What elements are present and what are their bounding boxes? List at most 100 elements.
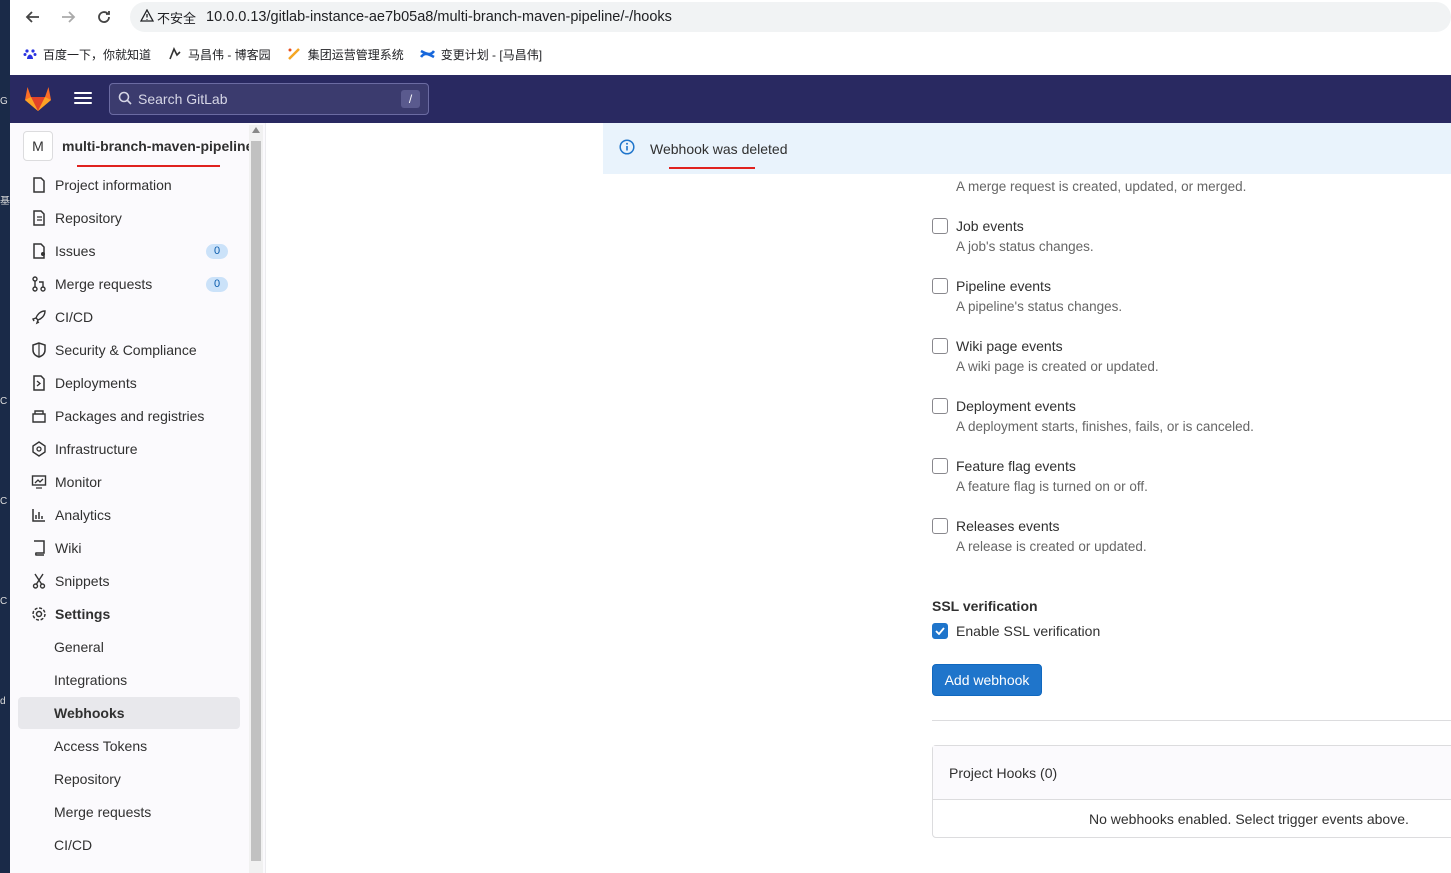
bookmark-item[interactable]: 变更计划 - [马昌伟] [419,46,542,63]
forward-icon[interactable] [57,6,79,28]
sidebar-subitem-general[interactable]: General [18,632,240,662]
trigger-deployment-events[interactable]: Deployment events [932,398,1076,414]
gear-icon [31,606,47,622]
security-indicator[interactable]: 不安全 [139,8,196,27]
trigger-description: A feature flag is turned on or off. [956,479,1148,494]
trigger-label[interactable]: Wiki page events [956,338,1063,354]
gitlab-logo-icon[interactable] [24,85,52,115]
checkbox-checked[interactable] [932,623,948,639]
desktop-background-strip: G 基 C C C d [0,0,10,873]
project-info-icon [31,177,47,193]
search-icon [118,91,132,108]
checkbox[interactable] [932,398,948,414]
sidebar-subitem-merge-requests[interactable]: Merge requests [18,797,240,827]
checkbox[interactable] [932,218,948,234]
trigger-pipeline-events[interactable]: Pipeline events [932,278,1051,294]
sidebar-scrollbar[interactable] [249,125,263,873]
sidebar-subitem-access-tokens[interactable]: Access Tokens [18,731,240,761]
project-header[interactable]: M multi-branch-maven-pipeline [23,131,253,161]
trigger-label[interactable]: Releases events [956,518,1060,534]
scroll-up-arrow-icon[interactable] [252,127,260,133]
scrollbar-thumb[interactable] [251,141,261,861]
sidebar-subitem-label: Webhooks [54,705,125,721]
trigger-label[interactable]: Job events [956,218,1024,234]
sidebar-item-monitor[interactable]: Monitor [18,467,240,497]
sidebar-subitem-ci-cd[interactable]: CI/CD [18,830,240,860]
infrastructure-icon [31,441,47,457]
package-icon [31,408,47,424]
sidebar-item-repository[interactable]: Repository [18,203,240,233]
sidebar-item-issues[interactable]: Issues 0 [18,236,240,266]
issues-count-badge: 0 [206,244,228,259]
browser-chrome: 不安全 10.0.0.13/gitlab-instance-ae7b05a8/m… [10,0,1451,75]
sidebar-subitem-repository[interactable]: Repository [18,764,240,794]
checkbox[interactable] [932,338,948,354]
ssl-label[interactable]: Enable SSL verification [956,623,1100,639]
sidebar-item-infrastructure[interactable]: Infrastructure [18,434,240,464]
sidebar-subitem-webhooks[interactable]: Webhooks [18,697,240,729]
sidebar-subitem-label: General [54,639,104,655]
trigger-feature-flag-events[interactable]: Feature flag events [932,458,1076,474]
back-icon[interactable] [22,6,44,28]
sidebar-item-packages-registries[interactable]: Packages and registries [18,401,240,431]
desktop-glyph: C [0,496,8,507]
issues-icon [31,243,47,259]
group-system-icon [287,47,302,62]
sidebar-item-label: Packages and registries [55,408,205,424]
enable-ssl-verification[interactable]: Enable SSL verification [932,623,1100,639]
add-webhook-button[interactable]: Add webhook [932,664,1042,696]
project-avatar: M [23,131,53,161]
sidebar-item-merge-requests[interactable]: Merge requests 0 [18,269,240,299]
annotation-underline [77,165,220,167]
ssl-verification-heading: SSL verification [932,598,1038,614]
sidebar-subitem-label: Access Tokens [54,738,148,754]
sidebar-item-label: Project information [55,177,172,193]
baidu-icon [22,47,37,62]
sidebar-item-security-compliance[interactable]: Security & Compliance [18,335,240,365]
bookmark-item[interactable]: 马昌伟 - 博客园 [167,46,271,63]
trigger-label[interactable]: Deployment events [956,398,1076,414]
search-placeholder: Search GitLab [138,91,228,107]
sidebar-subitem-integrations[interactable]: Integrations [18,665,240,695]
sidebar-item-wiki[interactable]: Wiki [18,533,240,563]
flash-message: Webhook was deleted [650,140,788,157]
sidebar-item-analytics[interactable]: Analytics [18,500,240,530]
checkbox[interactable] [932,278,948,294]
reload-icon[interactable] [93,6,115,28]
sidebar-item-snippets[interactable]: Snippets [18,566,240,596]
trigger-job-events[interactable]: Job events [932,218,1024,234]
menu-icon[interactable] [74,89,92,107]
repository-icon [31,210,47,226]
trigger-description: A wiki page is created or updated. [956,359,1159,374]
sidebar-item-project-information[interactable]: Project information [18,170,240,200]
trigger-label[interactable]: Feature flag events [956,458,1076,474]
url-text[interactable]: 10.0.0.13/gitlab-instance-ae7b05a8/multi… [206,9,672,25]
desktop-glyph: d [0,696,6,707]
info-icon [619,139,635,158]
confluence-icon [419,47,435,62]
sidebar-item-settings[interactable]: Settings [18,599,240,629]
checkbox[interactable] [932,458,948,474]
search-input[interactable]: Search GitLab / [109,83,429,115]
sidebar-item-label: Snippets [55,573,110,589]
divider [932,720,1451,721]
bookmark-item[interactable]: 集团运营管理系统 [287,46,404,63]
sidebar-item-deployments[interactable]: Deployments [18,368,240,398]
trigger-description: A deployment starts, finishes, fails, or… [956,419,1254,434]
trigger-releases-events[interactable]: Releases events [932,518,1060,534]
bookmark-label: 集团运营管理系统 [307,47,404,62]
project-hooks-title: Project Hooks (0) [933,746,1451,800]
trigger-label[interactable]: Pipeline events [956,278,1051,294]
trigger-description: A release is created or updated. [956,539,1147,554]
project-name[interactable]: multi-branch-maven-pipeline [62,138,253,154]
sidebar-item-label: Analytics [55,507,112,523]
checkbox[interactable] [932,518,948,534]
sidebar-item-ci-cd[interactable]: CI/CD [18,302,240,332]
bookmark-item[interactable]: 百度一下，你就知道 [22,46,151,63]
project-hooks-card: Project Hooks (0) No webhooks enabled. S… [932,745,1451,838]
trigger-wiki-page-events[interactable]: Wiki page events [932,338,1063,354]
address-bar[interactable]: 不安全 10.0.0.13/gitlab-instance-ae7b05a8/m… [130,2,1451,32]
desktop-glyph: C [0,596,8,607]
trigger-description: A job's status changes. [956,239,1094,254]
sidebar-item-label: Issues [55,243,96,259]
